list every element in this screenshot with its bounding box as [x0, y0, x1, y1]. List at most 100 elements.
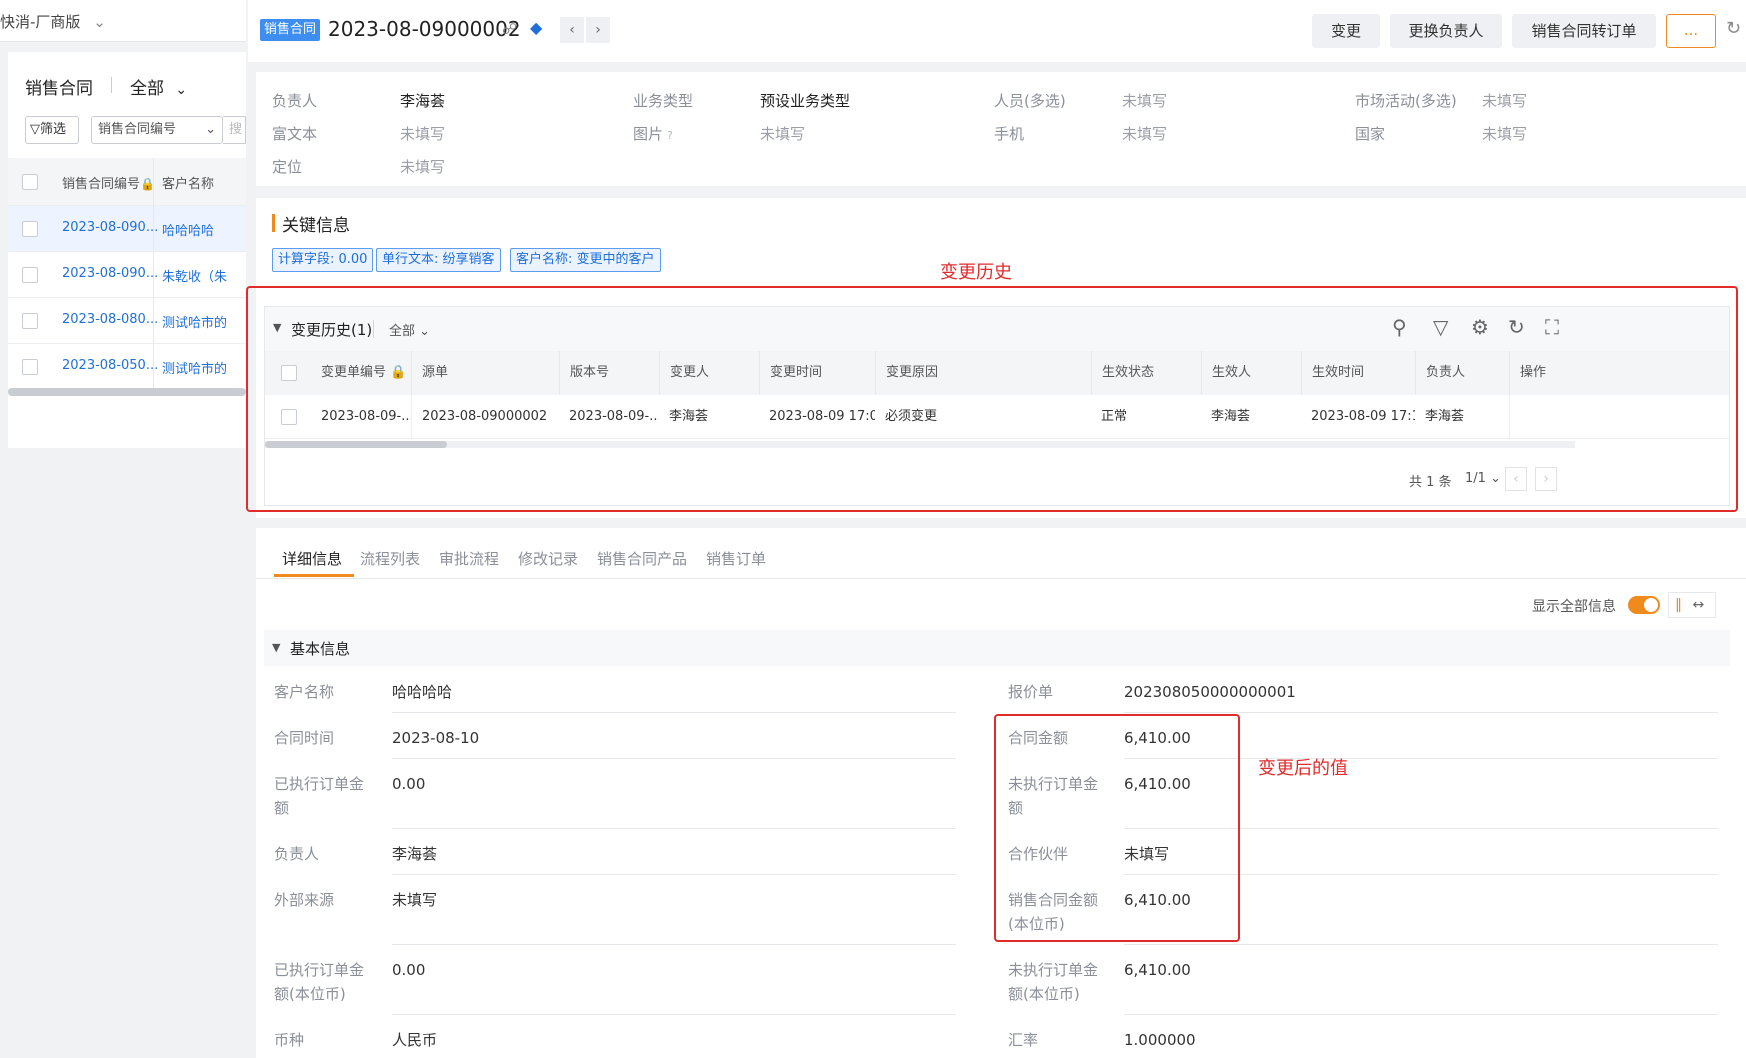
field-underline	[392, 1014, 956, 1015]
field-value: 1.000000	[1124, 1031, 1196, 1049]
scope-dropdown[interactable]: 全部 ⌄	[130, 74, 187, 99]
summary-label: 定位	[272, 158, 303, 176]
customer-link[interactable]: 测试哈市的	[162, 358, 246, 377]
field-value: 0.00	[392, 961, 426, 979]
change-button[interactable]: 变更	[1312, 14, 1380, 48]
summary-label: 国家	[1355, 125, 1386, 143]
filter-icon: ▽	[30, 122, 40, 137]
summary-label-text: 图片	[633, 125, 664, 143]
tab-approval[interactable]: 审批流程	[439, 548, 499, 569]
detail-page: 销售合同 2023-08-09000002 ☍ ◆ ‹ › 变更 更换负责人 销…	[246, 0, 1746, 1058]
summary-label: 手机	[994, 125, 1025, 143]
change-owner-button[interactable]: 更换负责人	[1390, 14, 1502, 48]
summary-label: 负责人	[272, 92, 318, 110]
contract-link[interactable]: 2023-08-090...	[62, 220, 158, 235]
list-item[interactable]: 2023-08-090... 朱乾收（朱	[8, 252, 246, 298]
select-all-checkbox[interactable]	[22, 174, 38, 190]
field-underline	[1124, 712, 1718, 713]
app-switcher[interactable]: 快消-厂商版 ⌄	[0, 0, 246, 42]
row-checkbox[interactable]	[22, 359, 38, 375]
field-label: 负责人	[274, 845, 320, 863]
contract-link[interactable]: 2023-08-080...	[62, 312, 158, 327]
collapse-icon[interactable]: ▼	[272, 641, 280, 654]
unlock-icon[interactable]: ☍	[502, 20, 517, 38]
row-checkbox[interactable]	[22, 313, 38, 329]
tab-sales-orders[interactable]: 销售订单	[706, 548, 766, 569]
change-history-annotation: 变更历史	[940, 262, 1012, 283]
summary-value: 预设业务类型	[760, 92, 851, 110]
summary-value: 未填写	[1122, 125, 1168, 143]
layout-switch[interactable]: ‖ ↔	[1668, 592, 1716, 618]
field-select[interactable]: 销售合同编号 ⌄	[91, 116, 223, 144]
tab-divider	[256, 578, 1746, 579]
divider	[153, 298, 154, 344]
summary-value: 未填写	[1482, 125, 1528, 143]
field-underline	[392, 944, 956, 945]
two-column-icon[interactable]: ‖	[1675, 597, 1682, 613]
tab-contract-products[interactable]: 销售合同产品	[597, 548, 687, 569]
list-header: 销售合同编号🔒 客户名称	[8, 158, 246, 206]
list-item[interactable]: 2023-08-050... 测试哈市的	[8, 344, 246, 390]
field-underline	[392, 874, 956, 875]
chevron-down-icon: ⌄	[93, 13, 106, 31]
key-info-title: 关键信息	[282, 216, 350, 236]
refresh-icon[interactable]: ↻	[1726, 18, 1741, 39]
customer-link[interactable]: 测试哈市的	[162, 312, 246, 331]
prev-record-button[interactable]: ‹	[560, 17, 584, 43]
search-input[interactable]: 搜	[223, 116, 246, 144]
contract-link[interactable]: 2023-08-090...	[62, 266, 158, 281]
list-panel: 快消-厂商版 ⌄ 销售合同 全部 ⌄ ▽筛选 销售合同编号 ⌄ 搜 销售合同编号…	[0, 0, 246, 1058]
tag-icon[interactable]: ◆	[530, 18, 542, 37]
chevron-down-icon: ⌄	[175, 82, 188, 98]
contract-link[interactable]: 2023-08-050...	[62, 358, 158, 373]
summary-value: 未填写	[1122, 92, 1168, 110]
field-underline	[1124, 1014, 1718, 1015]
filter-label: 筛选	[40, 122, 67, 137]
field-underline	[1124, 944, 1718, 945]
customer-link[interactable]: 朱乾收（朱	[162, 266, 246, 285]
page-title: 2023-08-09000002	[328, 17, 521, 41]
changed-values-annotation: 变更后的值	[1258, 758, 1348, 779]
field-label: 报价单	[1008, 683, 1054, 701]
summary-panel: 负责人 李海荟 业务类型 预设业务类型 人员(多选) 未填写 市场活动(多选) …	[256, 72, 1746, 186]
tab-process-list[interactable]: 流程列表	[360, 548, 420, 569]
field-value: 2023-08-10	[392, 729, 480, 747]
summary-value: 未填写	[1482, 92, 1528, 110]
convert-to-order-button[interactable]: 销售合同转订单	[1512, 14, 1656, 48]
search-placeholder: 搜	[229, 122, 243, 137]
customer-link[interactable]: 哈哈哈哈	[162, 220, 214, 239]
section-title: 基本信息	[290, 640, 351, 658]
tab-change-log[interactable]: 修改记录	[518, 548, 578, 569]
more-button[interactable]: ...	[1666, 14, 1716, 48]
show-all-label: 显示全部信息	[1532, 599, 1616, 615]
field-label: 汇率	[1008, 1031, 1039, 1049]
show-all-toggle[interactable]	[1628, 596, 1660, 614]
tab-detail[interactable]: 详细信息	[282, 548, 342, 569]
filter-button[interactable]: ▽筛选	[25, 116, 79, 144]
field-label: 币种	[274, 1031, 305, 1049]
summary-value: 李海荟	[400, 92, 446, 110]
divider	[153, 252, 154, 298]
key-info-tag: 客户名称: 变更中的客户	[510, 248, 661, 272]
horizontal-scrollbar[interactable]	[8, 388, 246, 396]
field-underline	[392, 712, 956, 713]
field-value: 0.00	[392, 775, 426, 793]
list-item[interactable]: 2023-08-080... 测试哈市的	[8, 298, 246, 344]
divider	[153, 344, 154, 390]
divider	[153, 206, 154, 252]
active-tab-indicator	[274, 574, 354, 577]
help-icon[interactable]: ?	[667, 129, 673, 142]
row-checkbox[interactable]	[22, 267, 38, 283]
expand-width-icon[interactable]: ↔	[1692, 597, 1704, 613]
row-checkbox[interactable]	[22, 221, 38, 237]
next-record-button[interactable]: ›	[586, 17, 610, 43]
field-label: 合同时间	[274, 729, 335, 747]
quote-link[interactable]: 202308050000000001	[1124, 680, 1296, 704]
divider	[153, 158, 154, 206]
list-item[interactable]: 2023-08-090... 哈哈哈哈	[8, 206, 246, 252]
object-badge: 销售合同	[260, 19, 321, 41]
section-header[interactable]: ▼ 基本信息	[264, 630, 1730, 666]
summary-value: 未填写	[400, 158, 446, 176]
summary-value: 未填写	[400, 125, 446, 143]
customer-name-link[interactable]: 哈哈哈哈	[392, 680, 452, 704]
